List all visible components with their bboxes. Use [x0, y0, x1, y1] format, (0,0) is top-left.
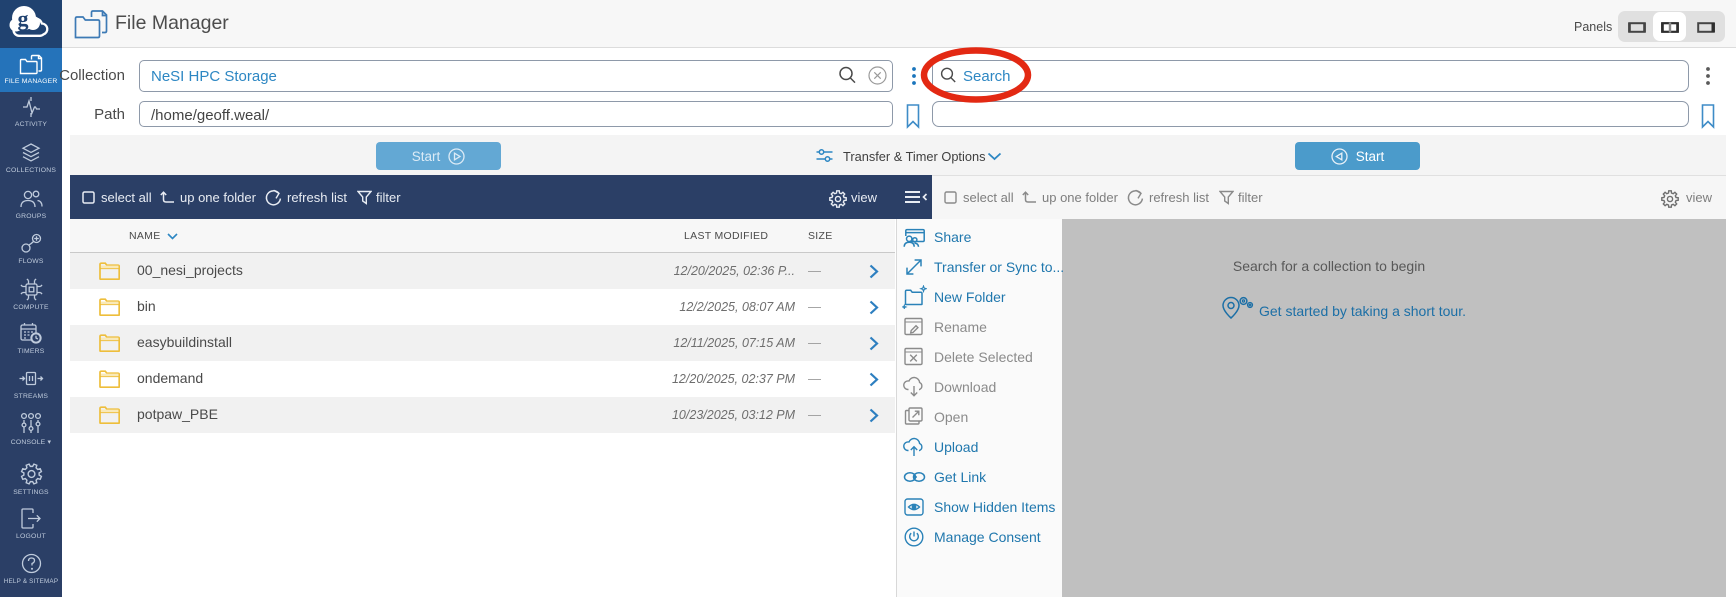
svg-text:g: g — [18, 6, 29, 31]
